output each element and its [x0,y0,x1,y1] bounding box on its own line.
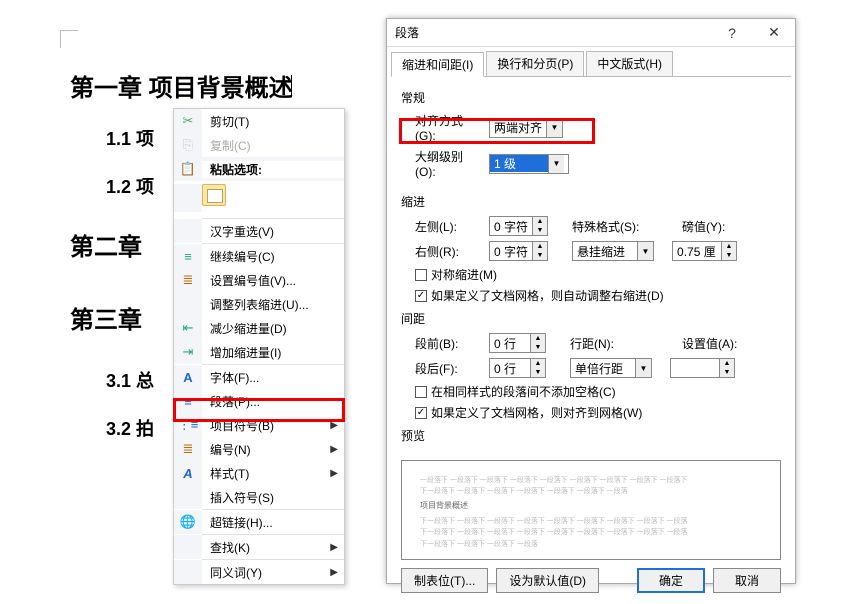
ctx-find[interactable]: 查找(K)▶ [174,535,344,559]
snap-to-grid-check[interactable]: ✓如果定义了文档网格，则对齐到网格(W) [415,404,781,421]
numbering-icon: ≣ [174,437,202,461]
set-default-button[interactable]: 设为默认值(D) [496,568,599,593]
heading-3[interactable]: 第三章 [70,300,142,335]
tab-asian[interactable]: 中文版式(H) [586,51,673,76]
help-button[interactable]: ? [711,19,753,46]
close-button[interactable]: ✕ [753,19,795,46]
ctx-continue-numbering[interactable]: ≡继续编号(C) [174,244,344,268]
set-at-label: 设置值(A): [682,335,742,352]
preview-box: 一段落下 一段落下 一段落下 一段落下 一段落下 一段落下 一段落下 一段落下 … [401,460,781,560]
ctx-font[interactable]: A字体(F)... [174,365,344,389]
space-before-spin[interactable]: 0 行▲▼ [489,333,546,353]
indent-icon: ⇥ [174,340,202,364]
tab-line-page-breaks[interactable]: 换行和分页(P) [486,51,584,76]
ctx-insert-symbol[interactable]: 插入符号(S) [174,485,344,509]
heading-1[interactable]: 第一章 项目背景概述 [70,68,380,103]
ctx-style[interactable]: A样式(T)▶ [174,461,344,485]
spin-down-icon[interactable]: ▼ [533,226,547,235]
ctx-numbering[interactable]: ≣编号(N)▶ [174,437,344,461]
spin-down-icon[interactable]: ▼ [722,251,736,260]
preview-sample-line: 项目背景概述 [420,500,762,513]
ctx-paste-header: 📋粘贴选项: [174,157,344,181]
spin-down-icon[interactable]: ▼ [531,343,545,352]
dialog-tabs: 缩进和间距(I) 换行和分页(P) 中文版式(H) [387,47,795,76]
chevron-right-icon: ▶ [330,468,344,479]
spin-down-icon[interactable]: ▼ [533,251,547,260]
group-indent: 缩进 [401,193,781,210]
space-after-label: 段后(F): [415,360,483,377]
space-after-spin[interactable]: 0 行▲▼ [489,358,546,378]
dialog-title: 段落 [395,24,711,41]
outline-level-combo[interactable]: 1 级▼ [489,154,569,174]
copy-icon: ⎘ [174,133,202,157]
outdent-icon: ⇤ [174,316,202,340]
line-spacing-label: 行距(N): [570,335,626,352]
spin-up-icon[interactable]: ▲ [722,242,736,251]
ctx-copy: ⎘复制(C) [174,133,344,157]
spin-down-icon[interactable]: ▼ [720,368,734,377]
paragraph-dialog: 段落 ? ✕ 缩进和间距(I) 换行和分页(P) 中文版式(H) 常规 对齐方式… [386,18,796,584]
no-space-same-check[interactable]: 在相同样式的段落间不添加空格(C) [415,383,781,400]
auto-adjust-check[interactable]: ✓如果定义了文档网格，则自动调整右缩进(D) [415,287,781,304]
dialog-titlebar[interactable]: 段落 ? ✕ [387,19,795,47]
sym-indent-check[interactable]: 对称缩进(M) [415,266,781,283]
tab-indent-spacing[interactable]: 缩进和间距(I) [391,52,484,77]
ok-button[interactable]: 确定 [637,568,705,593]
ctx-hanzi-reselect[interactable]: 汉字重选(V) [174,219,344,243]
cut-icon: ✂ [174,109,202,133]
style-icon: A [174,461,202,485]
indent-left-label: 左侧(L): [415,218,483,235]
spin-up-icon[interactable]: ▲ [531,334,545,343]
chevron-right-icon: ▶ [330,444,344,455]
group-general: 常规 [401,89,781,106]
line-spacing-combo[interactable]: 单倍行距▼ [570,358,652,378]
ctx-increase-indent[interactable]: ⇥增加缩进量(I) [174,340,344,364]
set-at-spin[interactable]: ▲▼ [670,358,735,378]
paste-keep-source-icon[interactable] [202,184,226,206]
ctx-set-number[interactable]: ≣设置编号值(V)... [174,268,344,292]
ctx-decrease-indent[interactable]: ⇤减少缩进量(D) [174,316,344,340]
indent-right-label: 右侧(R): [415,243,483,260]
highlight-outline-level [399,118,595,144]
spin-up-icon[interactable]: ▲ [533,242,547,251]
spin-up-icon[interactable]: ▲ [533,217,547,226]
ctx-synonym[interactable]: 同义词(Y)▶ [174,560,344,584]
ctx-adjust-list-indent[interactable]: 调整列表缩进(U)... [174,292,344,316]
context-menu: ✂剪切(T) ⎘复制(C) 📋粘贴选项: 汉字重选(V) ≡继续编号(C) ≣设… [173,108,345,585]
spin-up-icon[interactable]: ▲ [720,359,734,368]
list-continue-icon: ≡ [174,244,202,268]
indent-by-label: 磅值(Y): [682,218,738,235]
indent-left-spin[interactable]: 0 字符▲▼ [489,216,548,236]
cancel-button[interactable]: 取消 [713,568,781,593]
chevron-down-icon: ▼ [637,242,653,260]
ctx-cut[interactable]: ✂剪切(T) [174,109,344,133]
group-preview: 预览 [401,427,781,444]
hyperlink-icon: 🌐 [174,510,202,534]
special-indent-combo[interactable]: 悬挂缩进▼ [572,241,654,261]
font-icon: A [174,365,202,389]
ctx-paste-options [174,181,344,218]
indent-by-spin[interactable]: 0.75 厘▲▼ [672,241,737,261]
indent-right-spin[interactable]: 0 字符▲▼ [489,241,548,261]
paste-icon: 📋 [174,157,202,181]
tabs-button[interactable]: 制表位(T)... [401,568,488,593]
chevron-right-icon: ▶ [330,542,344,553]
outline-level-label: 大纲级别(O): [415,148,483,179]
spin-down-icon[interactable]: ▼ [531,368,545,377]
highlight-ctx-paragraph [173,398,345,422]
chevron-down-icon: ▼ [548,155,564,173]
special-indent-label: 特殊格式(S): [572,218,648,235]
ctx-hyperlink[interactable]: 🌐超链接(H)... [174,510,344,534]
space-before-label: 段前(B): [415,335,483,352]
group-spacing: 间距 [401,310,781,327]
chevron-down-icon: ▼ [635,359,651,377]
chevron-right-icon: ▶ [330,567,344,578]
list-set-icon: ≣ [174,268,202,292]
spin-up-icon[interactable]: ▲ [531,359,545,368]
